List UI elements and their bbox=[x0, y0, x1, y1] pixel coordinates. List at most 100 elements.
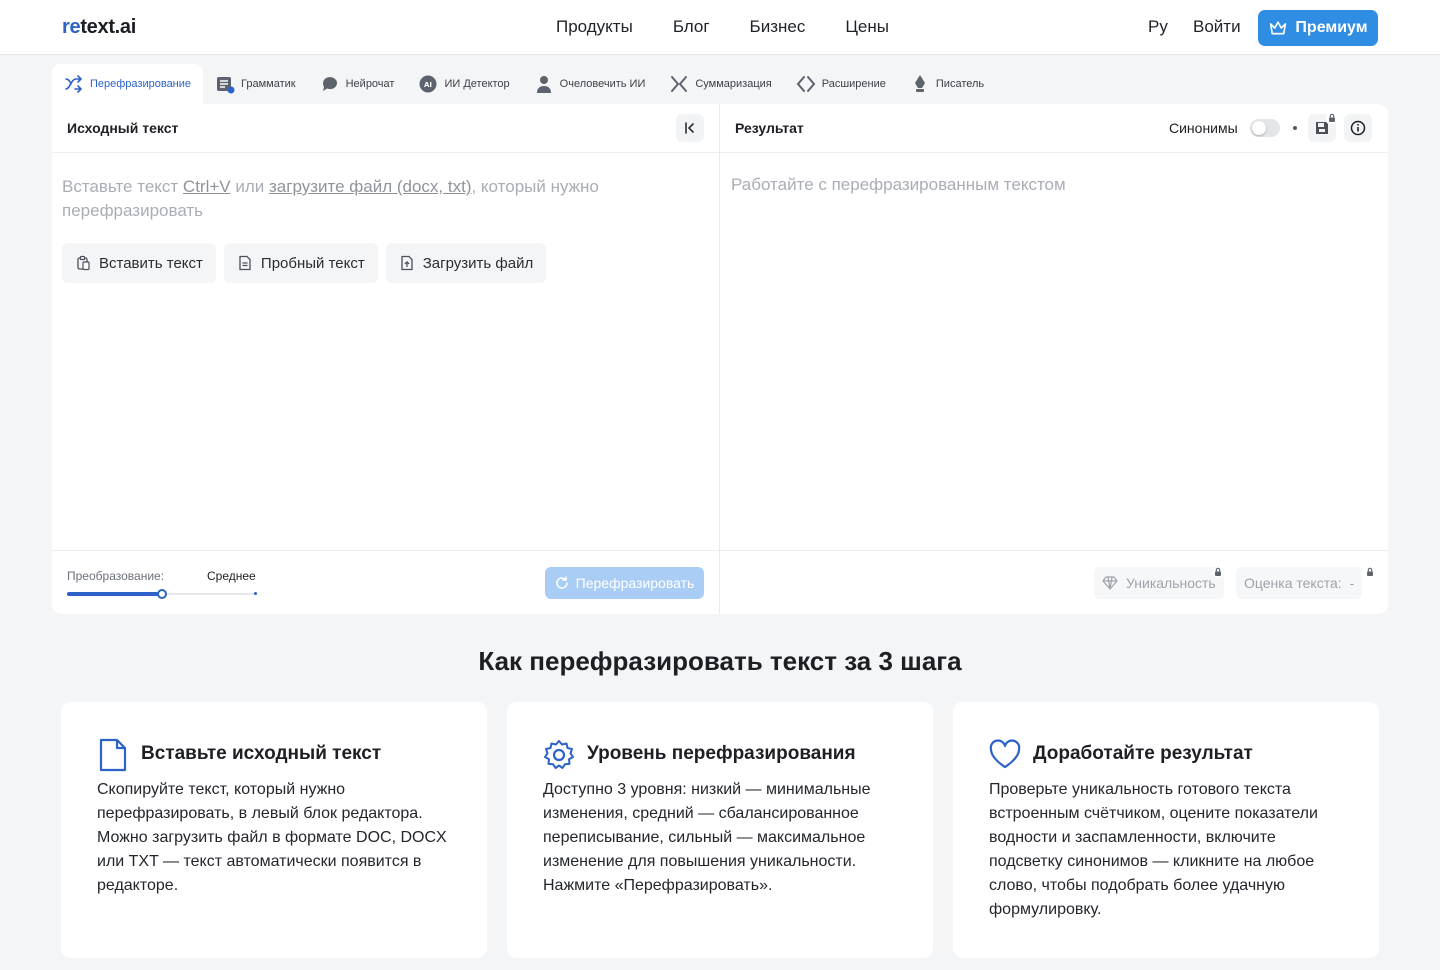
expand-icon bbox=[796, 74, 816, 94]
rephrase-button[interactable]: Перефразировать bbox=[545, 567, 704, 599]
slider-handle[interactable] bbox=[157, 589, 167, 599]
gear-icon bbox=[542, 738, 576, 772]
save-button[interactable] bbox=[1308, 112, 1338, 142]
step-card: Доработайте результат Проверьте уникальн… bbox=[953, 702, 1379, 958]
tab-label: Перефразирование bbox=[90, 78, 192, 90]
document-icon bbox=[96, 738, 130, 772]
grammar-icon bbox=[215, 74, 235, 94]
tab-neurochat[interactable]: Нейрочат bbox=[308, 64, 407, 104]
step-title: Вставьте исходный текст bbox=[141, 743, 382, 764]
logo[interactable]: retext.ai bbox=[62, 16, 136, 39]
writer-icon bbox=[910, 74, 930, 94]
language-switch[interactable]: Ру bbox=[1148, 17, 1168, 37]
premium-button[interactable]: Премиум bbox=[1258, 10, 1378, 46]
rephrase-label: Перефразировать bbox=[575, 575, 695, 591]
nav-prices[interactable]: Цены bbox=[845, 17, 889, 37]
step-title: Доработайте результат bbox=[1033, 743, 1253, 764]
editor-panel: Исходный текст Результат Синонимы Вставь… bbox=[52, 104, 1388, 614]
step-card: Вставьте исходный текст Скопируйте текст… bbox=[61, 702, 487, 958]
step-text: Доступно 3 уровня: низкий — минимальные … bbox=[543, 781, 871, 894]
score-label: Оценка текста: bbox=[1244, 575, 1342, 591]
top-header: retext.ai Продукты Блог Бизнес Цены Ру В… bbox=[0, 0, 1440, 55]
mode-label: Преобразование: bbox=[67, 569, 165, 583]
sample-text-label: Пробный текст bbox=[260, 254, 365, 272]
tab-summarize[interactable]: Суммаризация bbox=[657, 64, 783, 104]
pane-divider bbox=[719, 104, 720, 614]
howto-title: Как перефразировать текст за 3 шага bbox=[478, 646, 962, 676]
tool-tabs: Перефразирование Грамматик Нейрочат AI И… bbox=[52, 64, 996, 104]
nav-blog[interactable]: Блог bbox=[673, 17, 710, 37]
heart-icon bbox=[988, 738, 1022, 772]
summarize-icon bbox=[669, 74, 689, 94]
premium-label: Премиум bbox=[1295, 19, 1368, 36]
svg-text:AI: AI bbox=[424, 81, 432, 89]
chat-icon bbox=[320, 74, 340, 94]
step-text: Скопируйте текст, который нужно перефраз… bbox=[97, 781, 447, 894]
lock-icon bbox=[1212, 566, 1224, 578]
paste-text-button[interactable]: Вставить текст bbox=[62, 243, 216, 283]
info-icon bbox=[1350, 120, 1366, 136]
collapse-button[interactable] bbox=[676, 114, 704, 142]
text-score-button[interactable]: Оценка текста: - bbox=[1236, 566, 1376, 599]
tab-ai-detector[interactable]: AI ИИ Детектор bbox=[406, 64, 521, 104]
tab-grammar[interactable]: Грамматик bbox=[203, 64, 308, 104]
step-title: Уровень перефразирования bbox=[587, 743, 856, 764]
upload-file-link[interactable]: загрузите файл (docx, txt) bbox=[269, 177, 471, 196]
result-header: Результат Синонимы bbox=[720, 104, 1388, 153]
tab-writer[interactable]: Писатель bbox=[898, 64, 996, 104]
slider-end-marker bbox=[254, 592, 257, 595]
mode-slider[interactable] bbox=[67, 589, 257, 599]
uniqueness-label: Уникальность bbox=[1126, 575, 1216, 591]
crown-icon bbox=[1270, 21, 1287, 35]
ai-detector-icon: AI bbox=[418, 74, 438, 94]
uniqueness-button[interactable]: Уникальность bbox=[1094, 566, 1224, 599]
clipboard-icon bbox=[77, 255, 90, 271]
toggle-knob bbox=[1252, 121, 1266, 135]
slider-fill bbox=[67, 592, 162, 596]
source-footer-divider bbox=[52, 550, 719, 551]
upload-file-label: Загрузить файл bbox=[422, 254, 534, 272]
main-nav: Продукты Блог Бизнес Цены bbox=[556, 17, 889, 37]
nav-business[interactable]: Бизнес bbox=[750, 17, 806, 37]
tab-label: Нейрочат bbox=[345, 78, 395, 90]
tab-label: Писатель bbox=[935, 78, 985, 90]
paraphrase-icon bbox=[64, 74, 84, 94]
result-output[interactable]: Работайте с перефразированным текстом bbox=[731, 175, 1066, 195]
ctrl-v-link[interactable]: Ctrl+V bbox=[183, 177, 231, 196]
document-icon bbox=[239, 255, 251, 271]
info-button[interactable] bbox=[1344, 114, 1372, 142]
tab-paraphrase[interactable]: Перефразирование bbox=[52, 64, 204, 104]
step-card: Уровень перефразирования Доступно 3 уров… bbox=[507, 702, 933, 958]
login-link[interactable]: Войти bbox=[1193, 17, 1241, 37]
mode-value: Среднее bbox=[207, 569, 256, 583]
result-title: Результат bbox=[735, 120, 804, 136]
tab-label: Суммаризация bbox=[695, 78, 772, 90]
tab-label: Грамматик bbox=[241, 78, 296, 90]
tab-humanize[interactable]: Очеловечить ИИ bbox=[522, 64, 658, 104]
collapse-left-icon bbox=[685, 122, 694, 134]
humanize-icon bbox=[534, 74, 554, 94]
separator-dot bbox=[1293, 126, 1297, 130]
tab-label: Расширение bbox=[821, 78, 886, 90]
upload-file-button[interactable]: Загрузить файл bbox=[385, 243, 547, 283]
source-header: Исходный текст bbox=[52, 104, 719, 153]
source-actions: Вставить текст Пробный текст Загрузить ф… bbox=[62, 243, 547, 283]
score-value: - bbox=[1349, 575, 1355, 591]
upload-icon bbox=[401, 255, 413, 271]
nav-products[interactable]: Продукты bbox=[556, 17, 633, 37]
paste-text-label: Вставить текст bbox=[99, 254, 203, 272]
sample-text-button[interactable]: Пробный текст bbox=[223, 243, 378, 283]
diamond-icon bbox=[1102, 576, 1118, 590]
result-footer-divider bbox=[720, 550, 1388, 551]
refresh-icon bbox=[555, 576, 568, 589]
synonyms-label: Синонимы bbox=[1169, 120, 1238, 136]
tab-label: ИИ Детектор bbox=[444, 78, 510, 90]
tab-label: Очеловечить ИИ bbox=[559, 78, 646, 90]
synonyms-toggle[interactable] bbox=[1250, 119, 1280, 137]
tab-expand[interactable]: Расширение bbox=[784, 64, 898, 104]
source-input[interactable]: Вставьте текст Ctrl+V или загрузите файл… bbox=[62, 175, 662, 223]
step-text: Проверьте уникальность готового текста в… bbox=[989, 781, 1318, 918]
lock-icon bbox=[1364, 566, 1376, 578]
lock-icon bbox=[1326, 112, 1338, 124]
source-title: Исходный текст bbox=[67, 120, 179, 136]
